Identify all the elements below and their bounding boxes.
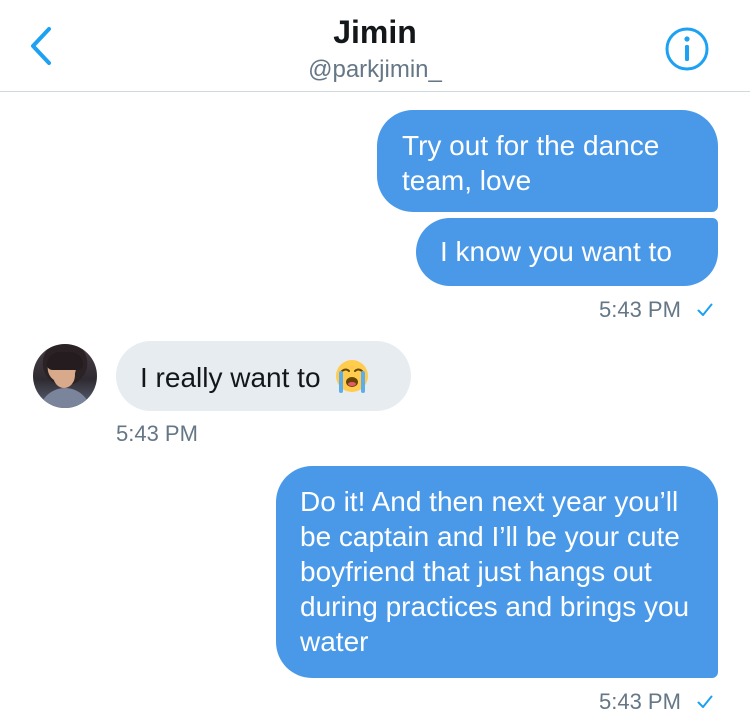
timestamp-text: 5:43 PM <box>599 689 681 714</box>
message-bubble-outgoing[interactable]: I know you want to <box>416 218 718 286</box>
message-bubble-incoming[interactable]: I really want to <box>116 341 411 411</box>
message-text: Do it! And then next year you’ll be capt… <box>300 486 690 657</box>
message-bubble-outgoing[interactable]: Do it! And then next year you’ll be capt… <box>276 466 718 678</box>
avatar[interactable] <box>33 344 97 408</box>
message-timestamp: 5:43 PM <box>599 689 713 715</box>
timestamp-text: 5:43 PM <box>116 421 198 446</box>
message-text: I know you want to <box>440 236 672 267</box>
message-text: I really want to <box>140 362 321 393</box>
conversation-header: Jimin @parkjimin_ <box>0 0 750 92</box>
info-button[interactable] <box>664 26 710 72</box>
message-timestamp: 5:43 PM <box>116 421 198 447</box>
message-bubble-outgoing[interactable]: Try out for the dance team, love <box>377 110 718 212</box>
timestamp-text: 5:43 PM <box>599 297 681 322</box>
message-timestamp: 5:43 PM <box>599 297 713 323</box>
info-icon <box>665 27 709 71</box>
conversation-title: Jimin <box>333 14 417 50</box>
checkmark-icon <box>697 695 713 708</box>
conversation-handle: @parkjimin_ <box>308 56 442 83</box>
dm-conversation-screen: Jimin @parkjimin_ Try out for the dance … <box>0 0 750 720</box>
checkmark-icon <box>697 303 713 316</box>
message-text: Try out for the dance team, love <box>402 130 660 196</box>
loudly-crying-face-icon <box>336 360 369 393</box>
